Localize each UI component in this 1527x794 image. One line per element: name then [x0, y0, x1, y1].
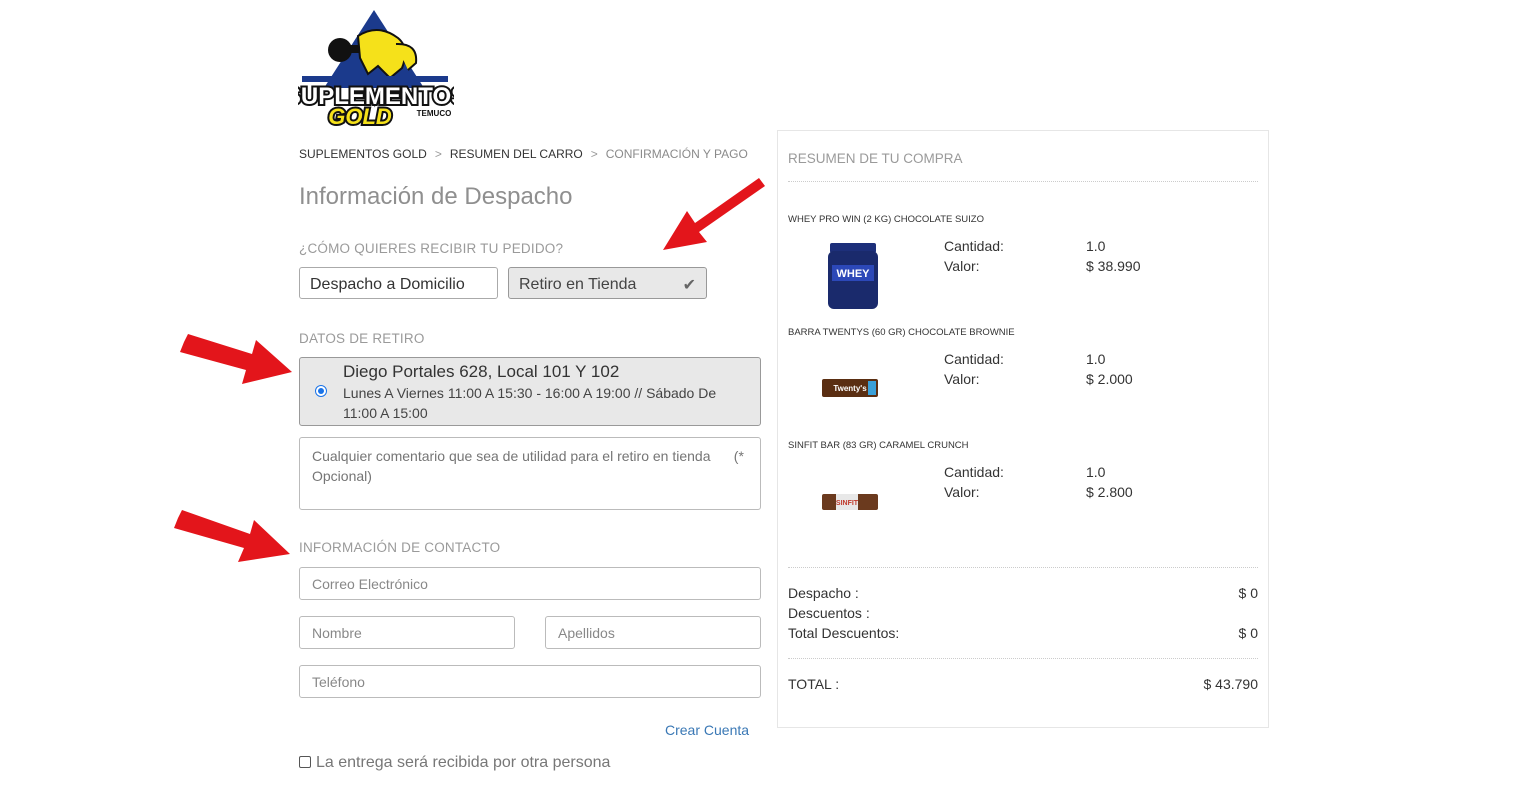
store-name: Diego Portales 628, Local 101 Y 102 [343, 362, 620, 381]
phone-field[interactable] [299, 665, 761, 698]
breadcrumb-cart[interactable]: RESUMEN DEL CARRO [450, 147, 583, 161]
order-summary-panel: RESUMEN DE TU COMPRA WHEY PRO WIN (2 KG)… [777, 130, 1269, 728]
product-name: WHEY PRO WIN (2 KG) CHOCOLATE SUIZO [788, 214, 984, 225]
logo-text-gold: GOLD [328, 104, 392, 129]
first-name-field[interactable] [299, 616, 515, 649]
home-delivery-label: Despacho a Domicilio [310, 276, 465, 293]
product-image: SINFIT [822, 494, 878, 510]
qty-value: 1.0 [1086, 238, 1106, 254]
qty-value: 1.0 [1086, 351, 1106, 367]
red-arrow-icon [174, 510, 290, 562]
product-image: WHEY [828, 243, 878, 309]
other-person-checkbox[interactable] [299, 756, 311, 768]
qty-label: Cantidad: [944, 464, 1004, 480]
total-label: TOTAL : [788, 676, 840, 692]
store-logo[interactable]: SUPLEMENTOS GOLD TEMUCO [298, 8, 454, 130]
product-name: SINFIT BAR (83 GR) CARAMEL CRUNCH [788, 440, 969, 451]
delivery-question-label: ¿CÓMO QUIERES RECIBIR TU PEDIDO? [299, 241, 564, 256]
page-title: Información de Despacho [299, 183, 573, 210]
total-discounts-label: Total Descuentos: [788, 625, 900, 641]
other-person-label: La entrega será recibida por otra person… [316, 754, 611, 771]
store-pickup-button[interactable]: Retiro en Tienda ✔ [508, 267, 707, 299]
breadcrumb-home[interactable]: SUPLEMENTOS GOLD [299, 147, 427, 161]
value-label: Valor: [944, 371, 980, 387]
qty-value: 1.0 [1086, 464, 1106, 480]
total-discounts-value: $ 0 [1238, 625, 1258, 641]
red-arrow-icon [180, 334, 292, 384]
svg-text:WHEY: WHEY [837, 268, 871, 280]
store-hours: Lunes A Viernes 11:00 A 15:30 - 16:00 A … [343, 385, 717, 421]
discounts-label: Descuentos : [788, 605, 870, 621]
qty-label: Cantidad: [944, 238, 1004, 254]
summary-title: RESUMEN DE TU COMPRA [788, 151, 963, 166]
value-amount: $ 2.000 [1086, 371, 1133, 387]
breadcrumb-current: CONFIRMACIÓN Y PAGO [605, 147, 748, 161]
breadcrumb-separator: > [590, 147, 598, 161]
store-pickup-label: Retiro en Tienda [519, 276, 637, 293]
store-radio[interactable] [315, 385, 327, 397]
pickup-comment-textarea[interactable] [299, 437, 761, 510]
svg-text:SINFIT: SINFIT [836, 500, 859, 507]
value-label: Valor: [944, 484, 980, 500]
home-delivery-button[interactable]: Despacho a Domicilio [299, 267, 498, 299]
product-image: Twenty's [822, 379, 878, 397]
breadcrumb-separator: > [434, 147, 442, 161]
shipping-value: $ 0 [1238, 585, 1258, 601]
divider [788, 181, 1258, 182]
svg-text:Twenty's: Twenty's [833, 384, 867, 393]
email-field[interactable] [299, 567, 761, 600]
product-name: BARRA TWENTYS (60 GR) CHOCOLATE BROWNIE [788, 327, 1015, 338]
total-value: $ 43.790 [1203, 676, 1259, 692]
pickup-data-label: DATOS DE RETIRO [299, 331, 425, 346]
value-label: Valor: [944, 258, 980, 274]
contact-info-label: INFORMACIÓN DE CONTACTO [299, 540, 501, 555]
red-arrow-icon [663, 178, 765, 250]
breadcrumb: SUPLEMENTOS GOLD > RESUMEN DEL CARRO > CONFI… [299, 147, 748, 161]
value-amount: $ 38.990 [1086, 258, 1141, 274]
shipping-label: Despacho : [788, 585, 859, 601]
divider [788, 658, 1258, 659]
checkmark-icon: ✔ [682, 277, 696, 294]
store-option[interactable]: Diego Portales 628, Local 101 Y 102 Lune… [299, 357, 761, 426]
qty-label: Cantidad: [944, 351, 1004, 367]
logo-text-city: TEMUCO [417, 109, 452, 118]
last-name-field[interactable] [545, 616, 761, 649]
divider [788, 567, 1258, 568]
create-account-link[interactable]: Crear Cuenta [665, 722, 749, 738]
value-amount: $ 2.800 [1086, 484, 1133, 500]
